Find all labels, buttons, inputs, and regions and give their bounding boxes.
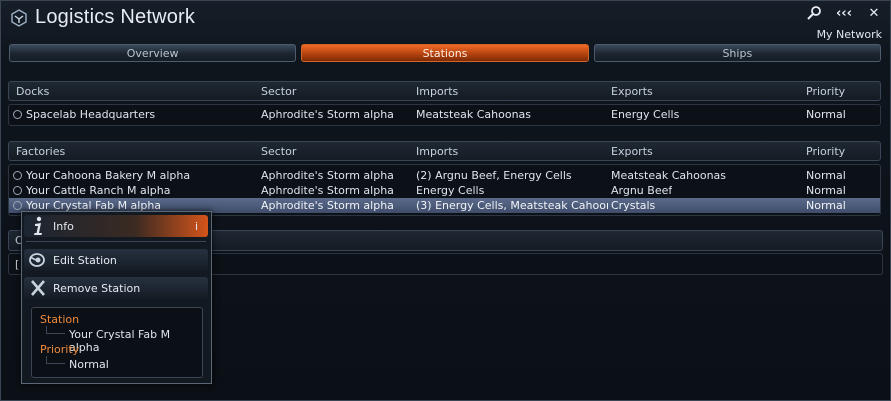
tree-line: [46, 356, 65, 364]
docks-header: Docks Sector Imports Exports Priority: [8, 81, 881, 101]
menu-item-info[interactable]: Info i: [24, 215, 208, 237]
table-row[interactable]: Your Cahoona Bakery M alpha Aphrodite's …: [9, 168, 880, 183]
edit-icon: [28, 250, 48, 270]
cell-sector: Aphrodite's Storm alpha: [261, 169, 394, 182]
cell-name: Spacelab Headquarters: [26, 108, 156, 121]
menu-item-label: Info: [53, 220, 74, 233]
col-sector[interactable]: Sector: [261, 85, 296, 98]
cell-name: Your Cattle Ranch M alpha: [26, 184, 171, 197]
tab-overview[interactable]: Overview: [9, 44, 297, 62]
priority-value: Normal: [69, 358, 109, 371]
logistics-window: Logistics Network ‹‹‹ ✕ My Network Overv…: [0, 0, 891, 401]
station-icon: [13, 110, 22, 119]
close-icon[interactable]: ✕: [864, 4, 884, 22]
col-factories[interactable]: Factories: [16, 145, 65, 158]
cell-priority: Normal: [806, 184, 846, 197]
cell-sector: Aphrodite's Storm alpha: [261, 184, 394, 197]
tab-ships[interactable]: Ships: [593, 44, 881, 62]
factories-list: Your Cahoona Bakery M alpha Aphrodite's …: [8, 164, 881, 216]
tab-stations[interactable]: Stations: [301, 44, 589, 62]
table-row[interactable]: Your Cattle Ranch M alpha Aphrodite's St…: [9, 183, 880, 198]
factories-section: Factories Sector Imports Exports Priorit…: [8, 141, 881, 216]
col-priority[interactable]: Priority: [806, 85, 845, 98]
col-imports[interactable]: Imports: [416, 85, 458, 98]
docks-section: Docks Sector Imports Exports Priority Sp…: [8, 81, 881, 126]
col-priority[interactable]: Priority: [806, 145, 845, 158]
cell-sector: Aphrodite's Storm alpha: [261, 108, 394, 121]
menu-item-remove-station[interactable]: Remove Station: [24, 277, 208, 299]
priority-label: Priority: [40, 343, 80, 356]
logo-icon: [11, 9, 27, 27]
station-label: Station: [40, 313, 80, 326]
menu-item-label: Edit Station: [53, 254, 117, 267]
cell-exports: Argnu Beef: [611, 184, 673, 197]
cell-priority: Normal: [806, 199, 846, 212]
factories-header: Factories Sector Imports Exports Priorit…: [8, 141, 881, 161]
back-icon[interactable]: ‹‹‹: [834, 4, 854, 22]
context-menu: Info i Edit Station Remove Station Stati…: [21, 211, 212, 384]
search-icon[interactable]: [804, 4, 824, 22]
cell-exports: Crystals: [611, 199, 656, 212]
tree-line: [46, 326, 65, 334]
shortcut-key: i: [194, 220, 198, 233]
station-icon: [13, 171, 22, 180]
cell-imports: Energy Cells: [416, 184, 485, 197]
info-icon: [28, 216, 48, 236]
title-bar: Logistics Network ‹‹‹ ✕ My Network: [1, 1, 891, 43]
menu-divider: [26, 241, 206, 242]
cell-exports: Energy Cells: [611, 108, 680, 121]
cell-imports: Meatsteak Cahoonas: [416, 108, 532, 121]
col-exports[interactable]: Exports: [611, 145, 653, 158]
menu-item-label: Remove Station: [53, 282, 141, 295]
cell-sector: Aphrodite's Storm alpha: [261, 199, 394, 212]
col-sector[interactable]: Sector: [261, 145, 296, 158]
station-value: Your Crystal Fab M alpha: [69, 328, 171, 354]
cell-imports: (2) Argnu Beef, Energy Cells: [416, 169, 572, 182]
col-imports[interactable]: Imports: [416, 145, 458, 158]
menu-item-edit-station[interactable]: Edit Station: [24, 249, 208, 271]
network-name: My Network: [816, 28, 882, 41]
window-title: Logistics Network: [35, 6, 196, 28]
col-docks[interactable]: Docks: [16, 85, 49, 98]
cell-priority: Normal: [806, 108, 846, 121]
cell-exports: Meatsteak Cahoonas: [611, 169, 727, 182]
row-clip: [: [15, 258, 20, 271]
station-details: Station Your Crystal Fab M alpha Priorit…: [31, 307, 203, 378]
station-icon: [13, 201, 22, 210]
table-row[interactable]: Spacelab Headquarters Aphrodite's Storm …: [9, 107, 880, 122]
station-icon: [13, 186, 22, 195]
col-exports[interactable]: Exports: [611, 85, 653, 98]
cell-name: Your Cahoona Bakery M alpha: [26, 169, 191, 182]
remove-icon: [28, 278, 48, 298]
cell-priority: Normal: [806, 169, 846, 182]
docks-list: Spacelab Headquarters Aphrodite's Storm …: [8, 104, 881, 126]
tab-bar: Overview Stations Ships: [9, 44, 881, 62]
cell-imports: (3) Energy Cells, Meatsteak Cahoon...: [416, 199, 608, 212]
